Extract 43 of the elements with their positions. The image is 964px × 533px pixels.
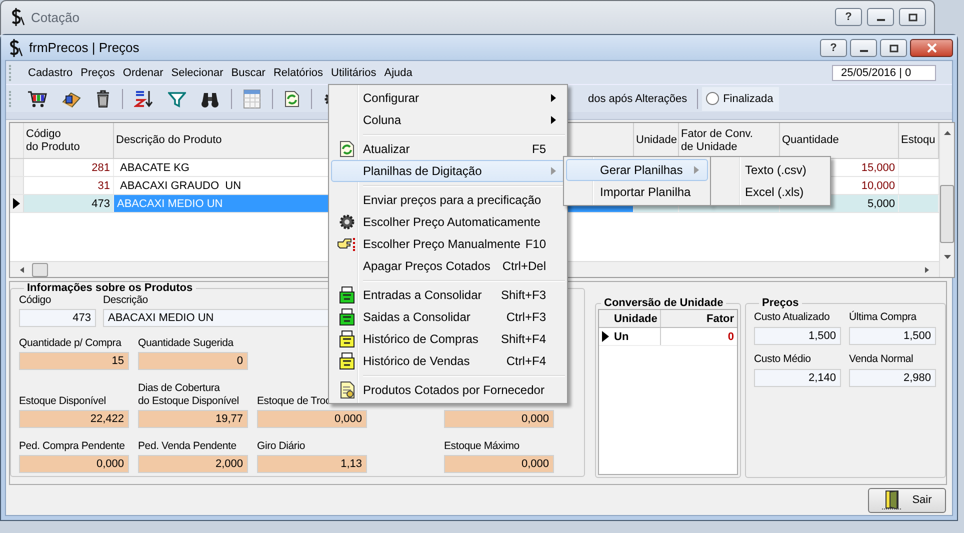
table-cell-text: ABACAXI MEDIO UN (116, 198, 224, 210)
field-label: Quantidade p/ Compra (19, 337, 122, 350)
field-label: Descrição (103, 294, 148, 307)
value-field: 0,000 (257, 410, 367, 428)
code-field: 473 (19, 309, 96, 327)
value-field: 0,000 (444, 410, 554, 428)
field-label: Estoque Disponível (19, 395, 106, 408)
date-field: 25/05/2016 | 0 (832, 64, 936, 80)
field-label: Ped. Compra Pendente (19, 440, 125, 453)
field-label: Estoque Máximo (444, 440, 520, 453)
value-field: 19,77 (138, 410, 248, 428)
value-field: 2,000 (138, 455, 248, 473)
window-title: Cotação (31, 10, 80, 24)
table-cell-text: ABACAXI GRAUDO UN (119, 180, 242, 192)
window-title: frmPrecos | Preços (29, 40, 140, 55)
table-cell-text: 0 (726, 330, 735, 344)
field-label: Código (19, 294, 52, 307)
field-label: Ped. Venda Pendente (138, 440, 236, 453)
table-cell-text: ABACATE KG (119, 162, 190, 174)
value-field: 2,980 (849, 369, 936, 387)
value-field: 1,500 (754, 327, 841, 345)
value-field: 0,000 (444, 455, 554, 473)
table-cell: Un (611, 328, 661, 345)
field-label: Dias de Cobertura do Estoque Disponível (138, 382, 239, 408)
field-label: Venda Normal (849, 353, 914, 366)
table-cell: 473 (24, 195, 114, 212)
field-label: Quantidade Sugerida (138, 337, 234, 350)
group-title: Conversão de Unidade (603, 297, 724, 309)
field-label: Última Compra (849, 311, 916, 324)
field-label: Custo Médio (754, 353, 811, 366)
value-field: 22,422 (19, 410, 129, 428)
field-label: Giro Diário (257, 440, 305, 453)
field-label: Custo Atualizado (754, 311, 830, 324)
value-field: 0,000 (19, 455, 129, 473)
value-field: 15 (19, 352, 129, 370)
value-field: 2,140 (754, 369, 841, 387)
value-field: 0 (138, 352, 248, 370)
table-cell: 281 (24, 159, 114, 176)
group-title: Informações sobre os Produtos (26, 282, 194, 294)
value-field: 1,13 (257, 455, 367, 473)
value-field: 1,500 (849, 327, 936, 345)
table-cell: 31 (24, 177, 114, 194)
group-title: Preços (761, 297, 800, 309)
